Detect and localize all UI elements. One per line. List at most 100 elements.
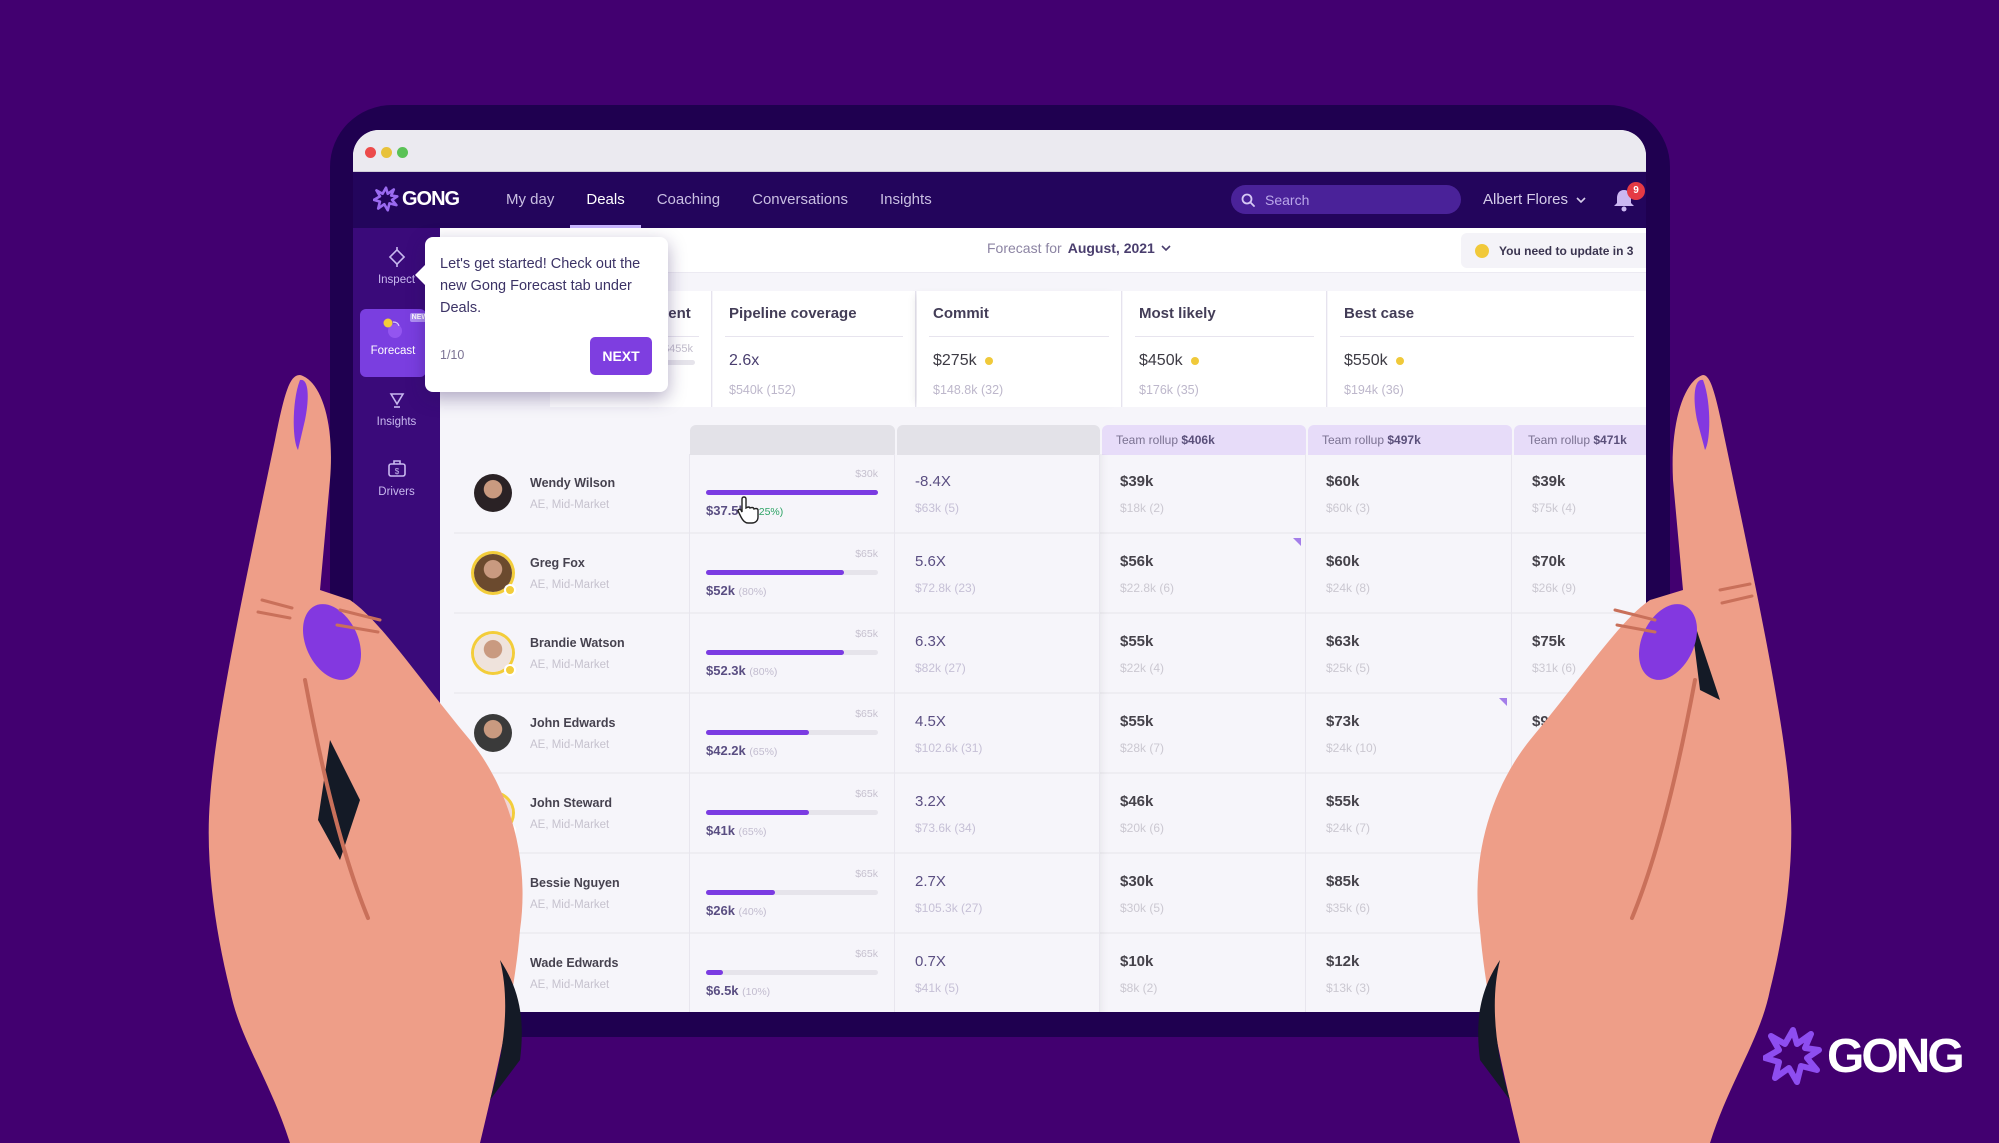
close-window-button[interactable] [365,147,376,158]
commit-cell[interactable]: $10k $8k (2) [1100,934,1306,1012]
rollup-value: $406k [1181,433,1215,447]
rep-name[interactable]: Wendy Wilson [530,476,615,490]
commit-cell[interactable]: $55k $22k (4) [1100,614,1306,694]
best-case-cell[interactable]: $70k $26k (9) [1512,534,1646,614]
coverage-sub: $41k (5) [915,981,960,995]
status-badge [504,664,516,676]
best-case-cell[interactable]: $75k $31k (6) [1512,614,1646,694]
rep-row[interactable]: John Edwards AE, Mid-Market $65k $42.2k … [454,694,1646,774]
maximize-window-button[interactable] [397,147,408,158]
most-likely-value: $55k [1326,793,1360,810]
most-likely-cell[interactable]: $85k $35k (6) [1306,854,1512,934]
rep-row[interactable]: Wendy Wilson AE, Mid-Market $30k $37.5k … [454,454,1646,534]
target-cell: $65k $42.2k (65%) [690,694,895,774]
commit-cell[interactable]: $30k $30k (5) [1100,854,1306,934]
rep-name[interactable]: Wade Edwards [530,956,618,970]
commit-value: $55k [1120,633,1154,650]
minimize-window-button[interactable] [381,147,392,158]
nav-tab-my-day[interactable]: My day [490,172,570,228]
commit-cell[interactable]: $55k $28k (7) [1100,694,1306,774]
target-cell: $65k $6.5k (10%) [690,934,895,1012]
rollup-most-likely: Team rollup $497k [1308,425,1512,455]
card-sub: $540k (152) [729,383,796,397]
target-progress-fill [706,970,724,975]
target-cell: $65k $52.3k (80%) [690,614,895,694]
coverage-cell: 0.7X $41k (5) [895,934,1100,1012]
rep-name[interactable]: Bessie Nguyen [530,876,620,890]
rep-cell: John Steward AE, Mid-Market [454,774,690,854]
best-case-cell[interactable] [1512,854,1646,934]
edited-flag-icon [1499,698,1507,706]
search-box[interactable] [1231,185,1461,214]
rep-role: AE, Mid-Market [530,899,610,911]
card-value: $450k [1139,352,1199,370]
target-max: $65k [855,628,878,640]
card-value: $275k [933,352,993,370]
commit-sub: $30k (5) [1120,901,1165,915]
rep-name[interactable]: John Steward [530,796,612,810]
commit-sub: $20k (6) [1120,821,1165,835]
target-max: $30k [855,468,878,480]
best-case-cell[interactable] [1512,934,1646,1012]
card-title: Commit [933,305,989,322]
best-case-sub: $40k (1 [1532,741,1573,755]
commit-cell[interactable]: $46k $20k (6) [1100,774,1306,854]
most-likely-cell[interactable]: $12k $13k (3) [1306,934,1512,1012]
most-likely-sub: $24k (10) [1326,741,1377,755]
coverage-value: 0.7X [915,953,946,970]
rep-row[interactable]: Bessie Nguyen AE, Mid-Market $65k $26k (… [454,854,1646,934]
rep-role: AE, Mid-Market [530,579,610,591]
sidebar-item-drivers[interactable]: $ Drivers [353,458,440,498]
target-progress-bar [706,570,878,575]
coverage-value: 5.6X [915,553,946,570]
rep-row[interactable]: Brandie Watson AE, Mid-Market $65k $52.3… [454,614,1646,694]
rep-name[interactable]: John Edwards [530,716,615,730]
best-case-cell[interactable]: $39k $75k (4) [1512,454,1646,534]
rep-row[interactable]: Greg Fox AE, Mid-Market $65k $52k (80%) … [454,534,1646,614]
brand-logo[interactable]: GONG [373,186,460,212]
avatar [474,634,516,676]
nav-tab-deals[interactable]: Deals [570,172,642,228]
commit-sub: $22k (4) [1120,661,1165,675]
sidebar-item-forecast[interactable]: NEW Forecast [360,309,430,377]
gong-watermark-logo: GONG [1763,1025,1965,1087]
most-likely-cell[interactable]: $63k $25k (5) [1306,614,1512,694]
best-case-sub: $31k (6) [1532,661,1577,675]
most-likely-cell[interactable]: $55k $24k (7) [1306,774,1512,854]
commit-cell[interactable]: $56k $22.8k (6) [1100,534,1306,614]
coverage-cell: 2.7X $105.3k (27) [895,854,1100,934]
target-amount: $42.2k [706,743,746,758]
nav-tab-coaching[interactable]: Coaching [641,172,736,228]
rep-name[interactable]: Greg Fox [530,556,585,570]
svg-text:$: $ [394,467,399,476]
rep-role: AE, Mid-Market [530,739,610,751]
rep-row[interactable]: Wade Edwards AE, Mid-Market $65k $6.5k (… [454,934,1646,1012]
commit-value: $10k [1120,953,1154,970]
best-case-cell[interactable]: $94k $40k (1 [1512,694,1646,774]
period-selector[interactable]: Forecast for August, 2021 [987,240,1171,256]
most-likely-cell[interactable]: $60k $24k (8) [1306,534,1512,614]
chevron-down-icon [1576,197,1586,203]
target-percent: (65%) [738,826,767,838]
card-title: Most likely [1139,305,1216,322]
edited-flag-icon [1293,538,1301,546]
next-button[interactable]: NEXT [590,337,652,375]
alert-text: You need to update in 3 [1499,243,1634,258]
rep-row[interactable]: John Steward AE, Mid-Market $65k $41k (6… [454,774,1646,854]
commit-cell[interactable]: $39k $18k (2) [1100,454,1306,534]
rep-name[interactable]: Brandie Watson [530,636,625,650]
coverage-sub: $73.6k (34) [915,821,976,835]
search-icon [1241,193,1255,207]
card-title: Best case [1344,305,1415,322]
commit-amount: $275k [933,352,977,369]
most-likely-cell[interactable]: $73k $24k (10) [1306,694,1512,774]
nav-tab-insights[interactable]: Insights [864,172,948,228]
user-menu[interactable]: Albert Flores [1483,172,1586,228]
search-input[interactable] [1265,191,1445,208]
coverage-sub: $63k (5) [915,501,960,515]
nav-tab-conversations[interactable]: Conversations [736,172,864,228]
sidebar-item-insights[interactable]: Insights [353,388,440,428]
target-amount: $52.3k [706,663,746,678]
most-likely-cell[interactable]: $60k $60k (3) [1306,454,1512,534]
best-case-cell[interactable]: $7 [1512,774,1646,854]
